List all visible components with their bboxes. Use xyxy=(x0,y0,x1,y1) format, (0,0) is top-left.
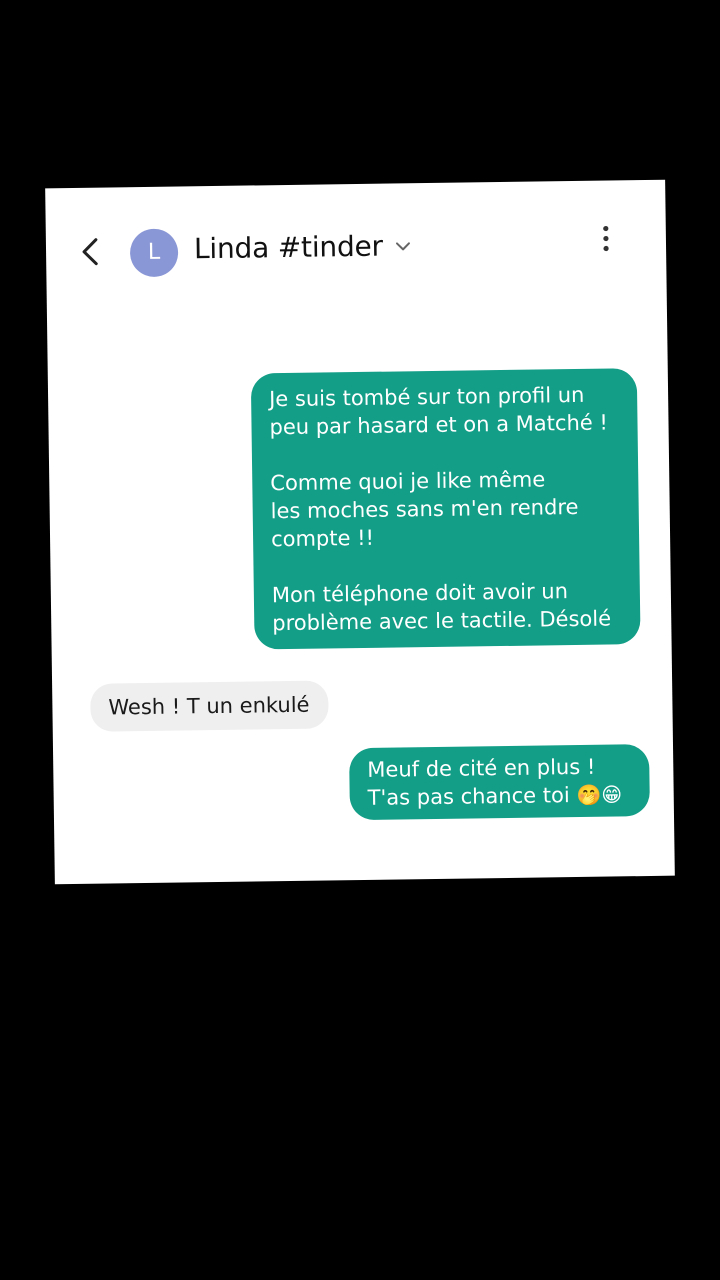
incoming-message[interactable]: Wesh ! T un enkulé xyxy=(90,680,329,732)
more-options-button[interactable] xyxy=(594,220,619,256)
message-line: les moches sans m'en rendre xyxy=(270,494,579,524)
screen: L Linda #tinder Je suis tombé sur ton pr… xyxy=(0,0,720,1280)
message-text: T'as pas chance toi xyxy=(367,783,570,810)
message-line-with-emoji: T'as pas chance toi 🤭😁 xyxy=(368,780,632,812)
message-line: problème avec le tactile. Désolé xyxy=(272,606,612,636)
outgoing-message[interactable]: Je suis tombé sur ton profil un peu par … xyxy=(250,368,641,650)
contact-dropdown-button[interactable] xyxy=(394,237,412,255)
emoji: 🤭😁 xyxy=(576,782,623,808)
conversation-header: L Linda #tinder xyxy=(45,180,666,299)
contact-name[interactable]: Linda #tinder xyxy=(194,230,383,266)
chat-screenshot: L Linda #tinder Je suis tombé sur ton pr… xyxy=(45,179,675,885)
chevron-down-icon xyxy=(395,242,410,251)
avatar[interactable]: L xyxy=(129,228,179,278)
message-text: Wesh ! T un enkulé xyxy=(108,692,310,720)
message-line: peu par hasard et on a Matché ! xyxy=(269,410,608,440)
message-line: Meuf de cité en plus ! xyxy=(367,754,596,782)
back-button[interactable] xyxy=(72,231,109,271)
outgoing-message[interactable]: Meuf de cité en plus ! T'as pas chance t… xyxy=(349,743,650,821)
chevron-left-icon xyxy=(82,238,98,266)
more-vertical-icon xyxy=(603,225,609,252)
